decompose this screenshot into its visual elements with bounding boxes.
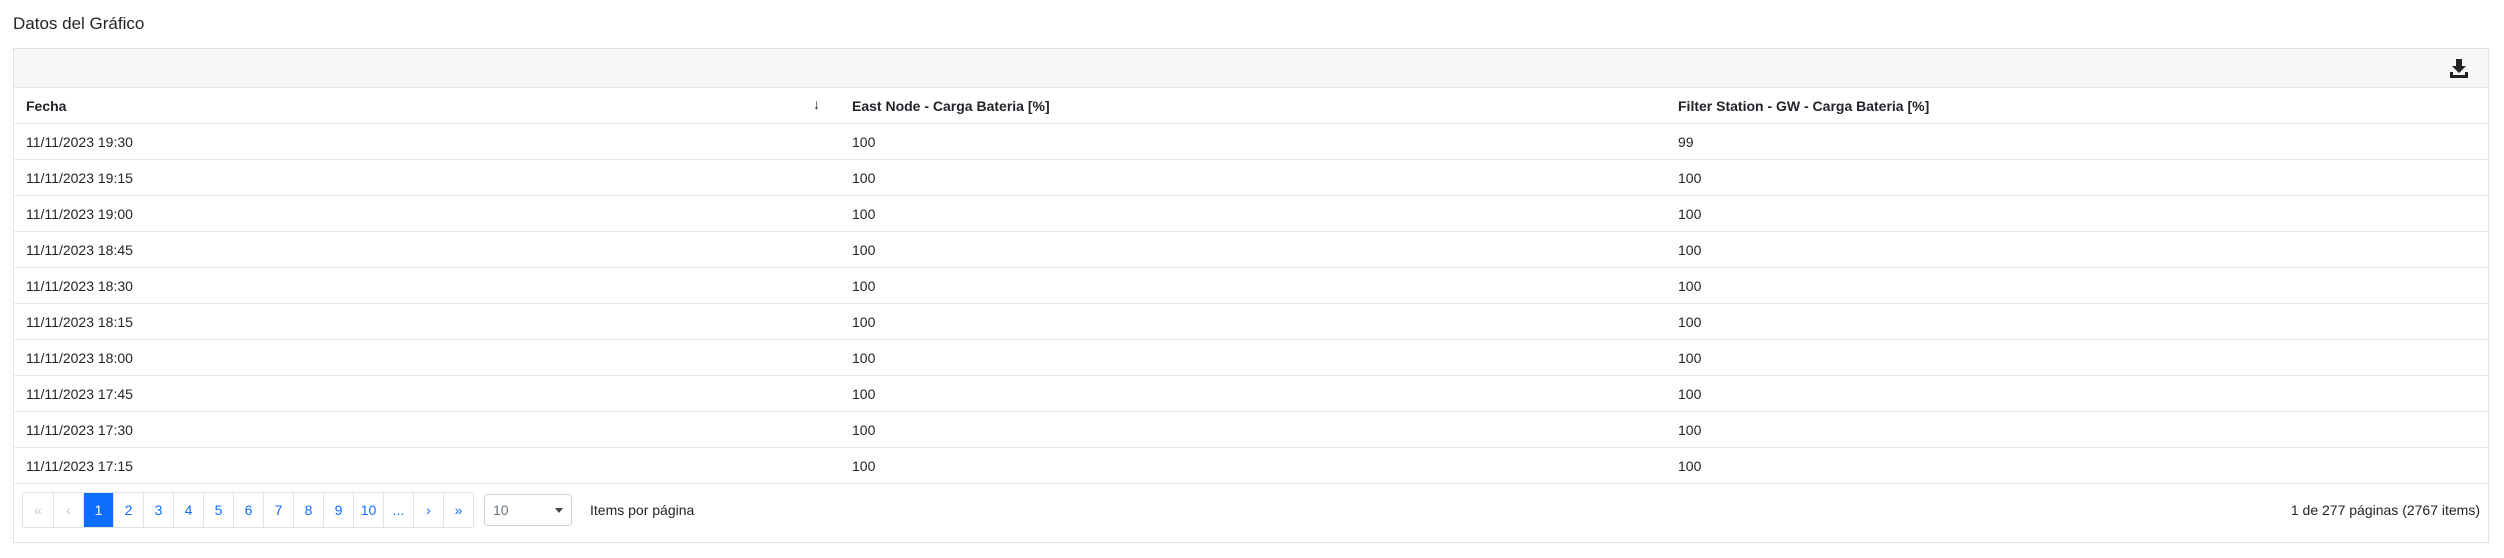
cell-east-node: 100 — [852, 205, 876, 222]
page-button-2[interactable]: 2 — [113, 493, 143, 527]
cell-fecha: 11/11/2023 19:00 — [26, 205, 133, 222]
section-title: Datos del Gráfico — [13, 14, 145, 33]
table-row: 11/11/2023 17:30 100 100 — [14, 412, 2488, 448]
table-row: 11/11/2023 18:15 100 100 — [14, 304, 2488, 340]
cell-east-node: 100 — [852, 277, 876, 294]
page-button-5[interactable]: 5 — [203, 493, 233, 527]
last-page-button[interactable]: » — [443, 493, 473, 527]
cell-fecha: 11/11/2023 18:00 — [26, 349, 133, 366]
cell-east-node: 100 — [852, 349, 876, 366]
data-grid: Fecha ↓ East Node - Carga Bateria [%] Fi… — [13, 48, 2489, 543]
grid-toolbar — [14, 49, 2488, 88]
page-button-9[interactable]: 9 — [323, 493, 353, 527]
cell-east-node: 100 — [852, 169, 876, 186]
table-row: 11/11/2023 18:00 100 100 — [14, 340, 2488, 376]
table-row: 11/11/2023 18:45 100 100 — [14, 232, 2488, 268]
cell-fecha: 11/11/2023 19:15 — [26, 169, 133, 186]
table-row: 11/11/2023 19:00 100 100 — [14, 196, 2488, 232]
table-row: 11/11/2023 17:45 100 100 — [14, 376, 2488, 412]
page-button-8[interactable]: 8 — [293, 493, 323, 527]
page-button-7[interactable]: 7 — [263, 493, 293, 527]
cell-fecha: 11/11/2023 18:30 — [26, 277, 133, 294]
arrow-down-icon[interactable]: ↓ — [813, 96, 820, 112]
pagination: « ‹ 1 2 3 4 5 6 7 8 9 10 ... › » — [22, 492, 474, 528]
page-size-select[interactable]: 10 — [484, 494, 572, 526]
table-row: 11/11/2023 19:30 100 99 — [14, 124, 2488, 160]
cell-east-node: 100 — [852, 133, 876, 150]
cell-filter-station: 100 — [1678, 277, 1702, 294]
cell-fecha: 11/11/2023 19:30 — [26, 133, 133, 150]
page-button-1[interactable]: 1 — [83, 493, 113, 527]
first-page-button[interactable]: « — [23, 493, 53, 527]
cell-filter-station: 100 — [1678, 457, 1702, 474]
cell-filter-station: 100 — [1678, 241, 1702, 258]
table-header: Fecha ↓ East Node - Carga Bateria [%] Fi… — [14, 88, 2488, 124]
more-pages-button[interactable]: ... — [383, 493, 413, 527]
cell-fecha: 11/11/2023 17:30 — [26, 421, 133, 438]
download-icon — [2450, 59, 2468, 78]
column-header-fecha[interactable]: Fecha ↓ — [14, 96, 840, 114]
cell-east-node: 100 — [852, 457, 876, 474]
cell-filter-station: 100 — [1678, 385, 1702, 402]
page-button-10[interactable]: 10 — [353, 493, 383, 527]
prev-page-button[interactable]: ‹ — [53, 493, 83, 527]
page-size-value: 10 — [493, 502, 509, 518]
cell-fecha: 11/11/2023 17:15 — [26, 457, 133, 474]
table-body: 11/11/2023 19:30 100 99 11/11/2023 19:15… — [14, 124, 2488, 484]
cell-filter-station: 100 — [1678, 313, 1702, 330]
export-button[interactable] — [2448, 57, 2470, 79]
items-per-page-label: Items por página — [590, 502, 695, 518]
cell-east-node: 100 — [852, 385, 876, 402]
table-row: 11/11/2023 18:30 100 100 — [14, 268, 2488, 304]
table-row: 11/11/2023 19:15 100 100 — [14, 160, 2488, 196]
cell-filter-station: 100 — [1678, 169, 1702, 186]
cell-east-node: 100 — [852, 421, 876, 438]
cell-filter-station: 100 — [1678, 421, 1702, 438]
page-button-4[interactable]: 4 — [173, 493, 203, 527]
page-info: 1 de 277 páginas (2767 items) — [2290, 502, 2480, 518]
cell-filter-station: 99 — [1678, 133, 1694, 150]
page-button-3[interactable]: 3 — [143, 493, 173, 527]
cell-filter-station: 100 — [1678, 205, 1702, 222]
cell-east-node: 100 — [852, 313, 876, 330]
page-button-6[interactable]: 6 — [233, 493, 263, 527]
column-header-filter-station[interactable]: Filter Station - GW - Carga Bateria [%] — [1666, 98, 2488, 114]
column-header-east-node[interactable]: East Node - Carga Bateria [%] — [840, 98, 1666, 114]
grid-footer: « ‹ 1 2 3 4 5 6 7 8 9 10 ... › » 10 Item… — [14, 478, 2488, 542]
cell-fecha: 11/11/2023 18:45 — [26, 241, 133, 258]
cell-east-node: 100 — [852, 241, 876, 258]
cell-fecha: 11/11/2023 17:45 — [26, 385, 133, 402]
cell-fecha: 11/11/2023 18:15 — [26, 313, 133, 330]
next-page-button[interactable]: › — [413, 493, 443, 527]
caret-down-icon — [555, 507, 563, 513]
cell-filter-station: 100 — [1678, 349, 1702, 366]
